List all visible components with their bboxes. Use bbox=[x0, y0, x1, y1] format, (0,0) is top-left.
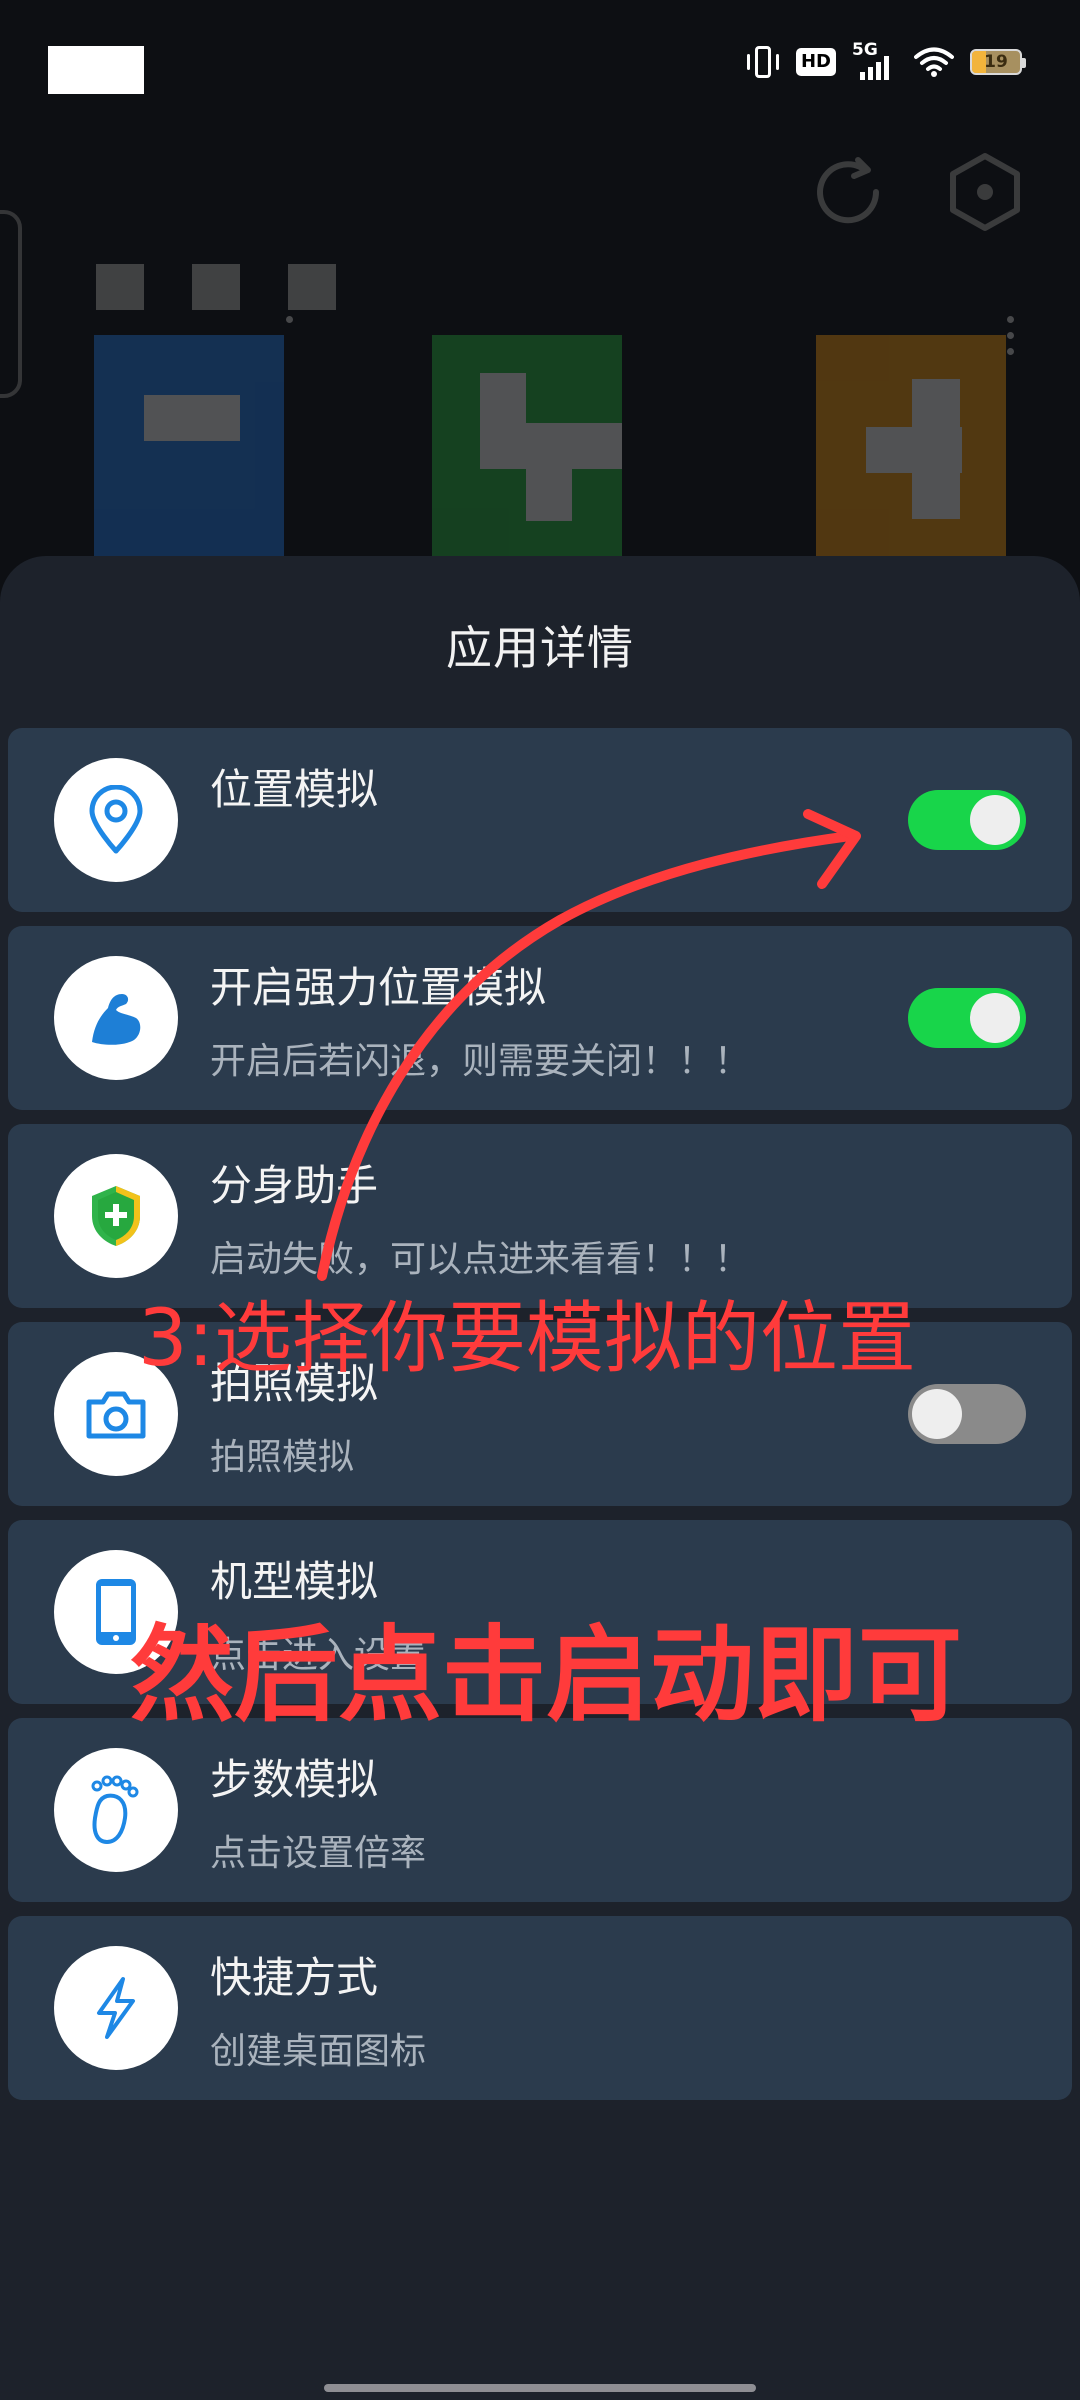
settings-icon bbox=[950, 153, 1020, 231]
time-redacted bbox=[48, 46, 144, 94]
more-dots-icon bbox=[286, 316, 293, 332]
item-subtitle: 启动失败，可以点进来看看！！！ bbox=[210, 1239, 751, 1280]
app-tile bbox=[816, 335, 1006, 575]
app-tile bbox=[432, 335, 622, 575]
location-simulation-item[interactable]: 位置模拟 bbox=[8, 728, 1072, 912]
app-tile bbox=[94, 335, 284, 575]
item-subtitle: 点击设置倍率 bbox=[210, 1833, 427, 1874]
flexed-arm-icon bbox=[92, 994, 141, 1045]
sheet-title: 应用详情 bbox=[446, 621, 634, 675]
status-bar: HD 5G 19 bbox=[0, 0, 1080, 130]
shortcut-item[interactable]: 快捷方式 创建桌面图标 bbox=[8, 1916, 1072, 2100]
item-title: 开启强力位置模拟 bbox=[210, 963, 547, 1012]
location-pin-icon bbox=[89, 785, 143, 854]
item-subtitle: 开启后若闪退，则需要关闭！！！ bbox=[210, 1041, 751, 1082]
pixelated-title bbox=[192, 264, 240, 310]
footprint-icon bbox=[91, 1775, 139, 1845]
wifi-icon bbox=[914, 47, 954, 77]
battery-level: 19 bbox=[984, 52, 1008, 72]
item-title: 快捷方式 bbox=[210, 1953, 379, 2002]
item-title: 步数模拟 bbox=[210, 1755, 379, 1804]
annotation-action-text: 然后点击启动即可 bbox=[130, 1614, 963, 1736]
item-title: 分身助手 bbox=[210, 1161, 379, 1210]
refresh-icon bbox=[817, 157, 880, 224]
camera-icon bbox=[86, 1391, 146, 1439]
more-dots-icon bbox=[1007, 316, 1014, 364]
strong-location-toggle[interactable] bbox=[908, 988, 1026, 1048]
annotation-step-text: 3:选择你要模拟的位置 bbox=[138, 1294, 916, 1384]
pixelated-title bbox=[288, 264, 336, 310]
item-subtitle: 拍照模拟 bbox=[210, 1437, 355, 1478]
step-count-simulation-item[interactable]: 步数模拟 点击设置倍率 bbox=[8, 1718, 1072, 1902]
battery-icon: 19 bbox=[970, 49, 1026, 75]
signal-icon: 5G bbox=[852, 40, 898, 82]
camera-simulation-toggle[interactable] bbox=[908, 1384, 1026, 1444]
hd-icon: HD bbox=[795, 48, 836, 76]
lightning-icon bbox=[97, 1977, 135, 2039]
pixelated-title bbox=[96, 264, 144, 310]
strong-location-simulation-item[interactable]: 开启强力位置模拟 开启后若闪退，则需要关闭！！！ bbox=[8, 926, 1072, 1110]
item-subtitle: 创建桌面图标 bbox=[210, 2031, 427, 2072]
location-simulation-toggle[interactable] bbox=[908, 790, 1026, 850]
vibrate-icon bbox=[746, 44, 780, 80]
home-indicator[interactable] bbox=[324, 2384, 756, 2392]
background-app bbox=[0, 120, 1080, 580]
edge-handle bbox=[0, 210, 22, 398]
status-icons: HD 5G 19 bbox=[746, 40, 1026, 84]
item-title: 位置模拟 bbox=[210, 765, 379, 814]
shield-plus-icon bbox=[92, 1186, 140, 1246]
